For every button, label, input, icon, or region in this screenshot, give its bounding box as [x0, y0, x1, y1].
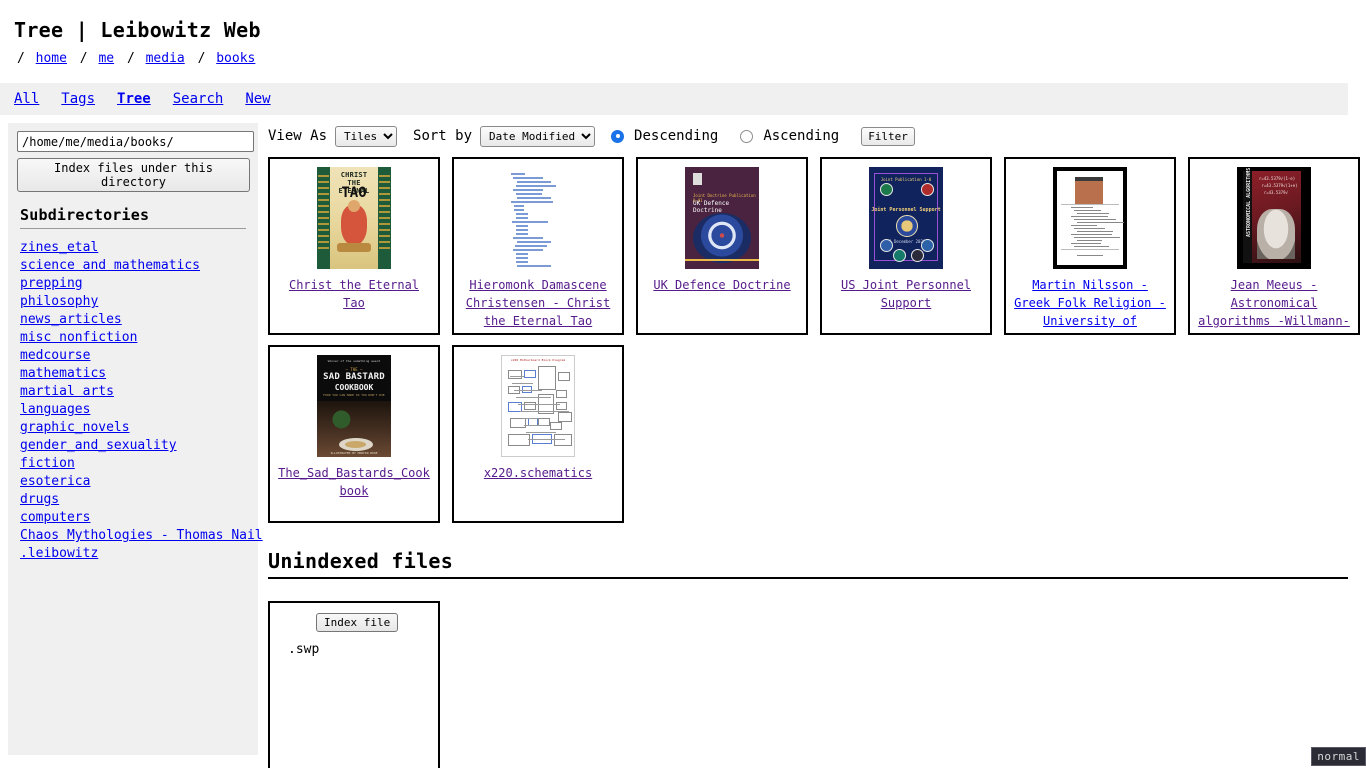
main-nav: All Tags Tree Search New: [0, 83, 1348, 115]
file-tile-link[interactable]: Jean Meeus - Astronomical algorithms -Wi…: [1198, 276, 1350, 333]
file-tile-link[interactable]: The_Sad_Bastards_Cookbook: [278, 464, 430, 500]
breadcrumb-item-books[interactable]: books: [216, 51, 255, 66]
file-tile-link[interactable]: US Joint Personnel Support: [830, 276, 982, 312]
nav-item-tree[interactable]: Tree: [117, 91, 151, 107]
subdirectory-link[interactable]: zines_etal: [20, 239, 250, 257]
main-panel: View As Tiles Sort by Date Modified Desc…: [268, 123, 1366, 768]
subdirectory-link[interactable]: gender_and_sexuality: [20, 437, 250, 455]
unindexed-file-tile: Index file .swp: [268, 601, 440, 768]
index-directory-button[interactable]: Index files under this directory: [17, 158, 250, 192]
file-tile[interactable]: x220 Motherboard Block Diagram x220.schem…: [452, 345, 624, 523]
unindexed-filename: .swp: [288, 642, 320, 657]
subdirectory-link[interactable]: computers: [20, 509, 250, 527]
nav-item-all[interactable]: All: [14, 91, 39, 107]
thumbnail-image: x220 Motherboard Block Diagram: [501, 355, 575, 457]
unindexed-divider: [268, 577, 1348, 579]
editor-mode-badge: normal: [1311, 747, 1366, 766]
content-area: Index files under this directory Subdire…: [0, 115, 1366, 768]
subdirectory-link[interactable]: martial arts: [20, 383, 250, 401]
breadcrumb-item-media[interactable]: media: [146, 51, 185, 66]
file-tile[interactable]: CHRIST THE ETERNAL TAO Christ the Eternal T…: [268, 157, 440, 335]
nav-item-tags[interactable]: Tags: [61, 91, 95, 107]
subdirectory-link[interactable]: graphic_novels: [20, 419, 250, 437]
breadcrumb-item-home[interactable]: home: [36, 51, 67, 66]
subdirectory-link[interactable]: esoterica: [20, 473, 250, 491]
thumbnail-image: Joint Doctrine Publication 0-01 UK Defenc…: [685, 167, 759, 269]
thumbnail-image: CHRIST THE ETERNAL TAO: [317, 167, 391, 269]
subdirectory-link[interactable]: news_articles: [20, 311, 250, 329]
thumbnail-image: [1053, 167, 1127, 269]
file-tile[interactable]: Hieromonk Damascene Christensen - Christ…: [452, 157, 624, 335]
page-header: Tree | Leibowitz Web / home / me / media…: [0, 0, 1366, 65]
subdirectory-link[interactable]: .leibowitz: [20, 545, 250, 563]
breadcrumb-separator: /: [126, 51, 135, 66]
file-tile-link[interactable]: Hieromonk Damascene Christensen - Christ…: [462, 276, 614, 330]
subdirectory-link[interactable]: science and mathematics: [20, 257, 250, 275]
view-toolbar: View As Tiles Sort by Date Modified Desc…: [268, 123, 1366, 149]
thumbnail-image: Winner of the something award — THE — SAD …: [317, 355, 391, 457]
subdirectory-link[interactable]: misc nonfiction: [20, 329, 250, 347]
subdirectories-divider: [20, 228, 246, 229]
file-tile-link[interactable]: Martin Nilsson - Greek Folk Religion - U…: [1014, 276, 1166, 333]
subdirectory-link[interactable]: Chaos Mythologies - Thomas Nail: [20, 527, 263, 545]
subdirectory-link[interactable]: prepping: [20, 275, 250, 293]
ascending-radio[interactable]: [740, 129, 754, 143]
nav-item-search[interactable]: Search: [173, 91, 224, 107]
file-tile-link[interactable]: Christ the Eternal Tao: [278, 276, 430, 312]
subdirectory-link[interactable]: medcourse: [20, 347, 250, 365]
view-as-select[interactable]: Tiles: [335, 125, 398, 147]
thumbnail-image: r=43.5379√(1-e) r=43.5379√(1+e) r=43.537…: [1237, 167, 1311, 269]
thumbnail-image: Joint Publication 1-0 Joint Personnel Sup…: [869, 167, 943, 269]
subdirectories-heading: Subdirectories: [20, 206, 150, 224]
breadcrumb-separator: /: [197, 51, 206, 66]
sidebar: Index files under this directory Subdire…: [8, 123, 263, 755]
filter-button[interactable]: Filter: [861, 126, 915, 146]
thumbnail-image: [501, 167, 575, 269]
file-tile[interactable]: r=43.5379√(1-e) r=43.5379√(1+e) r=43.537…: [1188, 157, 1360, 335]
breadcrumb: / home / me / media / books: [14, 52, 1366, 65]
nav-item-new[interactable]: New: [245, 91, 270, 107]
index-file-button[interactable]: Index file: [316, 613, 399, 632]
file-tile-link[interactable]: x220.schematics: [462, 464, 614, 482]
sort-by-label: Sort by: [413, 128, 473, 144]
subdirectory-link[interactable]: mathematics: [20, 365, 250, 383]
subdirectory-link[interactable]: fiction: [20, 455, 250, 473]
descending-label: Descending: [634, 128, 719, 144]
breadcrumb-item-me[interactable]: me: [98, 51, 114, 66]
path-input[interactable]: [17, 131, 254, 152]
file-tile-grid: CHRIST THE ETERNAL TAO Christ the Eternal T…: [268, 157, 1366, 523]
page-title: Tree | Leibowitz Web: [14, 18, 261, 42]
file-tile[interactable]: Winner of the something award — THE — SAD …: [268, 345, 440, 523]
descending-radio[interactable]: [611, 129, 625, 143]
ascending-label: Ascending: [763, 128, 840, 144]
file-tile[interactable]: Joint Publication 1-0 Joint Personnel Sup…: [820, 157, 992, 335]
file-tile-link[interactable]: UK Defence Doctrine: [646, 276, 798, 294]
view-as-label: View As: [268, 128, 328, 144]
subdirectory-list: zines_etal science and mathematics preppin…: [16, 239, 263, 563]
file-tile[interactable]: Joint Doctrine Publication 0-01 UK Defenc…: [636, 157, 808, 335]
subdirectory-link[interactable]: philosophy: [20, 293, 250, 311]
subdirectory-link[interactable]: languages: [20, 401, 250, 419]
subdirectory-link[interactable]: drugs: [20, 491, 250, 509]
file-tile[interactable]: Martin Nilsson - Greek Folk Religion - U…: [1004, 157, 1176, 335]
breadcrumb-separator: /: [79, 51, 88, 66]
unindexed-files-heading: Unindexed files: [268, 549, 454, 573]
sort-by-select[interactable]: Date Modified: [480, 125, 596, 147]
breadcrumb-leading-separator: /: [17, 51, 25, 66]
